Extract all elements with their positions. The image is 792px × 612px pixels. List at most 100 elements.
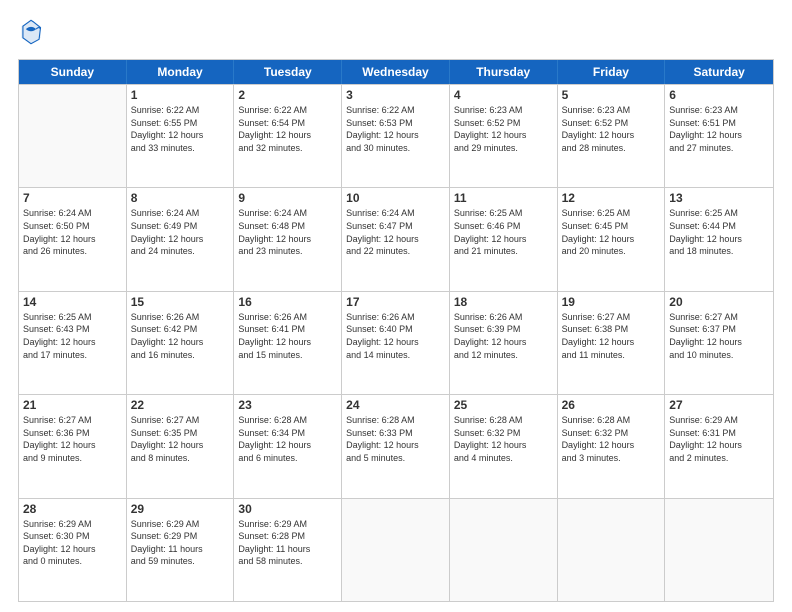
cell-info: Sunrise: 6:28 AMSunset: 6:32 PMDaylight:… <box>562 414 661 464</box>
day-number: 24 <box>346 398 445 412</box>
cell-info: Sunrise: 6:25 AMSunset: 6:46 PMDaylight:… <box>454 207 553 257</box>
day-number: 19 <box>562 295 661 309</box>
day-number: 28 <box>23 502 122 516</box>
calendar-cell: 5 Sunrise: 6:23 AMSunset: 6:52 PMDaylight… <box>558 85 666 187</box>
day-number: 9 <box>238 191 337 205</box>
calendar-cell: 4 Sunrise: 6:23 AMSunset: 6:52 PMDaylight… <box>450 85 558 187</box>
calendar-cell: 17 Sunrise: 6:26 AMSunset: 6:40 PMDayligh… <box>342 292 450 394</box>
cell-info: Sunrise: 6:27 AMSunset: 6:38 PMDaylight:… <box>562 311 661 361</box>
calendar-cell: 29 Sunrise: 6:29 AMSunset: 6:29 PMDayligh… <box>127 499 235 601</box>
calendar-cell: 11 Sunrise: 6:25 AMSunset: 6:46 PMDayligh… <box>450 188 558 290</box>
day-number: 16 <box>238 295 337 309</box>
day-number: 2 <box>238 88 337 102</box>
calendar-header: SundayMondayTuesdayWednesdayThursdayFrid… <box>19 60 773 84</box>
calendar: SundayMondayTuesdayWednesdayThursdayFrid… <box>18 59 774 602</box>
calendar-cell: 28 Sunrise: 6:29 AMSunset: 6:30 PMDayligh… <box>19 499 127 601</box>
calendar-cell: 21 Sunrise: 6:27 AMSunset: 6:36 PMDayligh… <box>19 395 127 497</box>
calendar-cell: 8Sunrise: 6:24 AMSunset: 6:49 PMDaylight… <box>127 188 235 290</box>
cell-info: Sunrise: 6:27 AMSunset: 6:35 PMDaylight:… <box>131 414 230 464</box>
cell-info: Sunrise: 6:28 AMSunset: 6:34 PMDaylight:… <box>238 414 337 464</box>
day-number: 5 <box>562 88 661 102</box>
day-number: 18 <box>454 295 553 309</box>
calendar-cell: 27 Sunrise: 6:29 AMSunset: 6:31 PMDayligh… <box>665 395 773 497</box>
day-number: 12 <box>562 191 661 205</box>
day-number: 4 <box>454 88 553 102</box>
calendar-cell: 14 Sunrise: 6:25 AMSunset: 6:43 PMDayligh… <box>19 292 127 394</box>
calendar-cell: 20Sunrise: 6:27 AMSunset: 6:37 PMDayligh… <box>665 292 773 394</box>
cell-info: Sunrise: 6:22 AMSunset: 6:55 PMDaylight:… <box>131 104 230 154</box>
calendar-cell: 30 Sunrise: 6:29 AMSunset: 6:28 PMDayligh… <box>234 499 342 601</box>
calendar-cell: 9 Sunrise: 6:24 AMSunset: 6:48 PMDaylight… <box>234 188 342 290</box>
cell-info: Sunrise: 6:25 AMSunset: 6:45 PMDaylight:… <box>562 207 661 257</box>
cell-info: Sunrise: 6:26 AMSunset: 6:39 PMDaylight:… <box>454 311 553 361</box>
logo <box>18 18 44 51</box>
day-number: 27 <box>669 398 769 412</box>
day-number: 7 <box>23 191 122 205</box>
day-number: 21 <box>23 398 122 412</box>
cell-info: Sunrise: 6:23 AMSunset: 6:52 PMDaylight:… <box>454 104 553 154</box>
cell-info: Sunrise: 6:29 AMSunset: 6:31 PMDaylight:… <box>669 414 769 464</box>
cell-info: Sunrise: 6:28 AMSunset: 6:32 PMDaylight:… <box>454 414 553 464</box>
day-number: 13 <box>669 191 769 205</box>
day-number: 14 <box>23 295 122 309</box>
calendar-cell: 23 Sunrise: 6:28 AMSunset: 6:34 PMDayligh… <box>234 395 342 497</box>
cell-info: Sunrise: 6:23 AMSunset: 6:52 PMDaylight:… <box>562 104 661 154</box>
weekday-header: Monday <box>127 60 235 84</box>
cell-info: Sunrise: 6:23 AMSunset: 6:51 PMDaylight:… <box>669 104 769 154</box>
calendar-row: 7 Sunrise: 6:24 AMSunset: 6:50 PMDaylight… <box>19 187 773 290</box>
day-number: 30 <box>238 502 337 516</box>
cell-info: Sunrise: 6:29 AMSunset: 6:29 PMDaylight:… <box>131 518 230 568</box>
weekday-header: Friday <box>558 60 666 84</box>
cell-info: Sunrise: 6:26 AMSunset: 6:40 PMDaylight:… <box>346 311 445 361</box>
cell-info: Sunrise: 6:28 AMSunset: 6:33 PMDaylight:… <box>346 414 445 464</box>
page: SundayMondayTuesdayWednesdayThursdayFrid… <box>0 0 792 612</box>
calendar-cell <box>665 499 773 601</box>
calendar-cell: 15 Sunrise: 6:26 AMSunset: 6:42 PMDayligh… <box>127 292 235 394</box>
day-number: 26 <box>562 398 661 412</box>
calendar-cell: 22 Sunrise: 6:27 AMSunset: 6:35 PMDayligh… <box>127 395 235 497</box>
cell-info: Sunrise: 6:22 AMSunset: 6:53 PMDaylight:… <box>346 104 445 154</box>
day-number: 23 <box>238 398 337 412</box>
weekday-header: Tuesday <box>234 60 342 84</box>
calendar-cell: 7 Sunrise: 6:24 AMSunset: 6:50 PMDaylight… <box>19 188 127 290</box>
calendar-cell <box>558 499 666 601</box>
calendar-cell: 19 Sunrise: 6:27 AMSunset: 6:38 PMDayligh… <box>558 292 666 394</box>
day-number: 6 <box>669 88 769 102</box>
calendar-row: 14 Sunrise: 6:25 AMSunset: 6:43 PMDayligh… <box>19 291 773 394</box>
cell-info: Sunrise: 6:24 AMSunset: 6:47 PMDaylight:… <box>346 207 445 257</box>
header <box>18 18 774 51</box>
calendar-body: 1 Sunrise: 6:22 AMSunset: 6:55 PMDaylight… <box>19 84 773 601</box>
day-number: 22 <box>131 398 230 412</box>
calendar-cell <box>342 499 450 601</box>
cell-info: Sunrise: 6:22 AMSunset: 6:54 PMDaylight:… <box>238 104 337 154</box>
cell-info: Sunrise: 6:25 AMSunset: 6:44 PMDaylight:… <box>669 207 769 257</box>
day-number: 15 <box>131 295 230 309</box>
cell-info: Sunrise: 6:26 AMSunset: 6:42 PMDaylight:… <box>131 311 230 361</box>
calendar-cell: 2 Sunrise: 6:22 AMSunset: 6:54 PMDaylight… <box>234 85 342 187</box>
weekday-header: Sunday <box>19 60 127 84</box>
calendar-cell <box>19 85 127 187</box>
calendar-cell: 13 Sunrise: 6:25 AMSunset: 6:44 PMDayligh… <box>665 188 773 290</box>
calendar-cell <box>450 499 558 601</box>
cell-info: Sunrise: 6:29 AMSunset: 6:28 PMDaylight:… <box>238 518 337 568</box>
cell-info: Sunrise: 6:25 AMSunset: 6:43 PMDaylight:… <box>23 311 122 361</box>
cell-info: Sunrise: 6:24 AMSunset: 6:50 PMDaylight:… <box>23 207 122 257</box>
day-number: 17 <box>346 295 445 309</box>
calendar-cell: 26 Sunrise: 6:28 AMSunset: 6:32 PMDayligh… <box>558 395 666 497</box>
calendar-row: 21 Sunrise: 6:27 AMSunset: 6:36 PMDayligh… <box>19 394 773 497</box>
cell-info: Sunrise: 6:24 AMSunset: 6:48 PMDaylight:… <box>238 207 337 257</box>
calendar-row: 1 Sunrise: 6:22 AMSunset: 6:55 PMDaylight… <box>19 84 773 187</box>
calendar-cell: 16Sunrise: 6:26 AMSunset: 6:41 PMDayligh… <box>234 292 342 394</box>
day-number: 29 <box>131 502 230 516</box>
weekday-header: Thursday <box>450 60 558 84</box>
calendar-cell: 25 Sunrise: 6:28 AMSunset: 6:32 PMDayligh… <box>450 395 558 497</box>
day-number: 1 <box>131 88 230 102</box>
calendar-cell: 10 Sunrise: 6:24 AMSunset: 6:47 PMDayligh… <box>342 188 450 290</box>
cell-info: Sunrise: 6:29 AMSunset: 6:30 PMDaylight:… <box>23 518 122 568</box>
day-number: 11 <box>454 191 553 205</box>
day-number: 20 <box>669 295 769 309</box>
day-number: 10 <box>346 191 445 205</box>
day-number: 3 <box>346 88 445 102</box>
day-number: 25 <box>454 398 553 412</box>
cell-info: Sunrise: 6:27 AMSunset: 6:36 PMDaylight:… <box>23 414 122 464</box>
